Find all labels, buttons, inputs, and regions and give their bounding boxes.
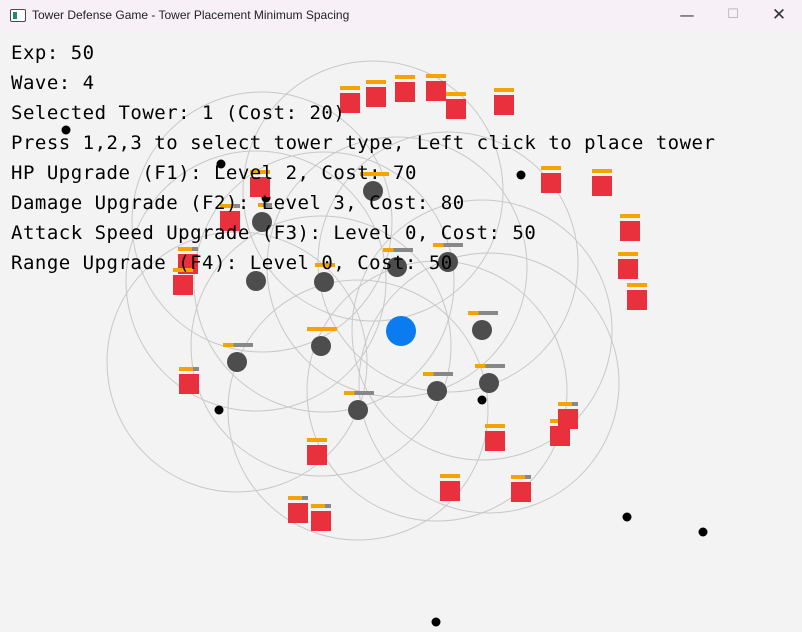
- player-base: [386, 316, 416, 346]
- close-icon: ✕: [771, 5, 787, 25]
- tower-health-bar: [468, 311, 479, 315]
- tower-health-bar: [423, 372, 434, 376]
- enemy: [179, 374, 199, 394]
- enemy: [173, 275, 193, 295]
- minimize-icon: —: [679, 6, 695, 24]
- attack-speed-upgrade-label: Attack Speed Upgrade (F3): Level 0, Cost…: [11, 222, 537, 244]
- range-upgrade-label: Range Upgrade (F4): Level 0, Cost: 50: [11, 252, 453, 274]
- title-bar: Tower Defense Game - Tower Placement Min…: [0, 0, 802, 32]
- enemy-health-bar: [179, 367, 193, 371]
- enemy: [558, 409, 578, 429]
- enemy-health-bar: [511, 475, 525, 479]
- app-icon: [10, 9, 26, 22]
- maximize-button[interactable]: ☐: [710, 0, 756, 32]
- enemy-health-bar: [288, 496, 302, 500]
- tower-health-bar: [307, 327, 337, 331]
- projectile: [214, 405, 224, 415]
- projectile: [698, 527, 708, 537]
- tower: [479, 373, 499, 393]
- selected-tower-label: Selected Tower: 1 (Cost: 20): [11, 102, 346, 124]
- tower: [311, 336, 331, 356]
- enemy: [307, 445, 327, 465]
- enemy: [440, 481, 460, 501]
- enemy-health-bar: [311, 504, 325, 508]
- damage-upgrade-label: Damage Upgrade (F2): Level 3, Cost: 80: [11, 192, 465, 214]
- exp-label: Exp: 50: [11, 42, 95, 64]
- instructions-label: Press 1,2,3 to select tower type, Left c…: [11, 132, 716, 154]
- projectile: [622, 512, 632, 522]
- projectile: [477, 395, 487, 405]
- tower-health-bar: [475, 364, 486, 368]
- enemy-health-bar: [627, 283, 647, 287]
- projectile: [431, 617, 441, 627]
- enemy: [288, 503, 308, 523]
- enemy: [511, 482, 531, 502]
- minimize-button[interactable]: —: [664, 0, 710, 32]
- tower: [348, 400, 368, 420]
- enemy-health-bar: [485, 424, 505, 428]
- hud-panel: Exp: 50 Wave: 4 Selected Tower: 1 (Cost:…: [11, 38, 715, 278]
- enemy: [627, 290, 647, 310]
- tower-health-bar: [344, 391, 355, 395]
- maximize-icon: ☐: [727, 7, 739, 22]
- enemy: [311, 511, 331, 531]
- tower: [427, 381, 447, 401]
- enemy: [485, 431, 505, 451]
- enemy-health-bar: [558, 402, 572, 406]
- enemy-health-bar: [307, 438, 327, 442]
- tower: [472, 320, 492, 340]
- enemy-health-bar: [440, 474, 460, 478]
- hp-upgrade-label: HP Upgrade (F1): Level 2, Cost: 70: [11, 162, 417, 184]
- tower-health-bar: [223, 343, 234, 347]
- close-button[interactable]: ✕: [756, 0, 802, 32]
- wave-label: Wave: 4: [11, 72, 95, 94]
- tower: [227, 352, 247, 372]
- window-title: Tower Defense Game - Tower Placement Min…: [32, 8, 350, 22]
